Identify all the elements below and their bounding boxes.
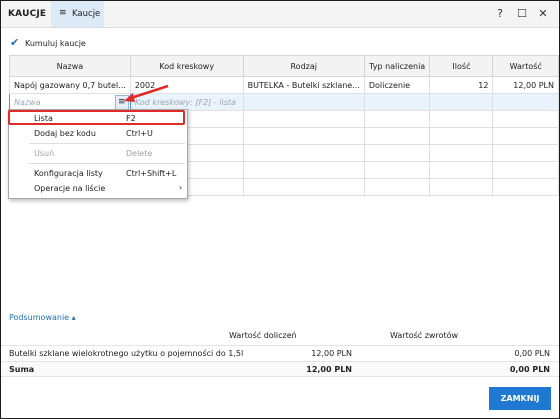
cell-wartosc[interactable]: 12,00 PLN (492, 76, 559, 94)
maximize-icon[interactable]: ☐ (515, 7, 529, 20)
new-rodzaj-cell[interactable] (242, 93, 365, 111)
help-icon[interactable]: ? (493, 7, 507, 20)
close-icon[interactable]: ✕ (536, 7, 550, 20)
new-entry-row[interactable]: Nazwa ≡ Kod kreskowy: [F2] - lista (9, 93, 559, 111)
table-header-row: Nazwa Kod kreskowy Rodzaj Typ naliczenia… (9, 55, 559, 77)
column-header-ilosc[interactable]: Ilość (429, 55, 494, 77)
new-typ-cell[interactable] (363, 93, 431, 111)
menu-item-operacje-na-liscie[interactable]: Operacje na liście › (9, 181, 187, 196)
kumuluj-label: Kumuluj kaucje (25, 39, 86, 48)
title-bar: KAUCJE ≡ Kaucje ? ☐ ✕ (1, 1, 559, 28)
column-header-rodzaj[interactable]: Rodzaj (242, 55, 365, 77)
summary-header-zwrotow: Wartość zwrotów (390, 331, 459, 340)
new-wartosc-cell[interactable] (492, 93, 559, 111)
column-header-typ[interactable]: Typ naliczenia (363, 55, 431, 77)
summary-header-doliczen: Wartość doliczeń (229, 331, 297, 340)
menu-item-konfiguracja-listy[interactable]: Konfiguracja listy Ctrl+Shift+L (9, 166, 187, 181)
nazwa-placeholder: Nazwa (14, 97, 41, 107)
new-nazwa-input[interactable]: Nazwa ≡ (9, 93, 131, 111)
tab-label: Kaucje (72, 9, 101, 19)
new-ilosc-cell[interactable] (429, 93, 494, 111)
summary-toggle[interactable]: Podsumowanie ▴ (9, 313, 76, 322)
chevron-right-icon: › (179, 183, 183, 192)
checkmark-icon[interactable]: ✔ (10, 36, 19, 49)
close-button[interactable]: ZAMKNIJ (489, 387, 551, 410)
menu-item-usun[interactable]: Usuń Delete (9, 146, 187, 161)
hamburger-icon: ≡ (59, 8, 67, 18)
cell-typ[interactable]: Doliczenie (363, 76, 431, 94)
tab-kaucje[interactable]: ≡ Kaucje (51, 1, 104, 27)
cell-nazwa[interactable]: Napój gazowany 0,7 butel... (9, 76, 131, 94)
menu-item-dodaj-bez-kodu[interactable]: Dodaj bez kodu Ctrl+U (9, 126, 187, 141)
table-row[interactable]: Napój gazowany 0,7 butel... 2002 BUTELKA… (9, 76, 559, 94)
kaucje-window: KAUCJE ≡ Kaucje ? ☐ ✕ ✔ Kumuluj kaucje N… (0, 0, 560, 419)
menu-separator (29, 163, 185, 164)
highlight-box (8, 110, 185, 125)
summary-row: Butelki szklane wielokrotnego użytku o p… (1, 345, 559, 360)
menu-separator (29, 143, 185, 144)
column-header-nazwa[interactable]: Nazwa (9, 55, 131, 77)
column-header-kod[interactable]: Kod kreskowy (129, 55, 244, 77)
cell-rodzaj[interactable]: BUTELKA - Butelki szklane... (242, 76, 365, 94)
summary-total-row: Suma 12,00 PLN 0,00 PLN (1, 361, 559, 377)
window-title: KAUCJE (8, 9, 47, 19)
annotation-arrow-icon (124, 84, 169, 102)
cell-ilosc[interactable]: 12 (429, 76, 494, 94)
column-header-wartosc[interactable]: Wartość (492, 55, 559, 77)
